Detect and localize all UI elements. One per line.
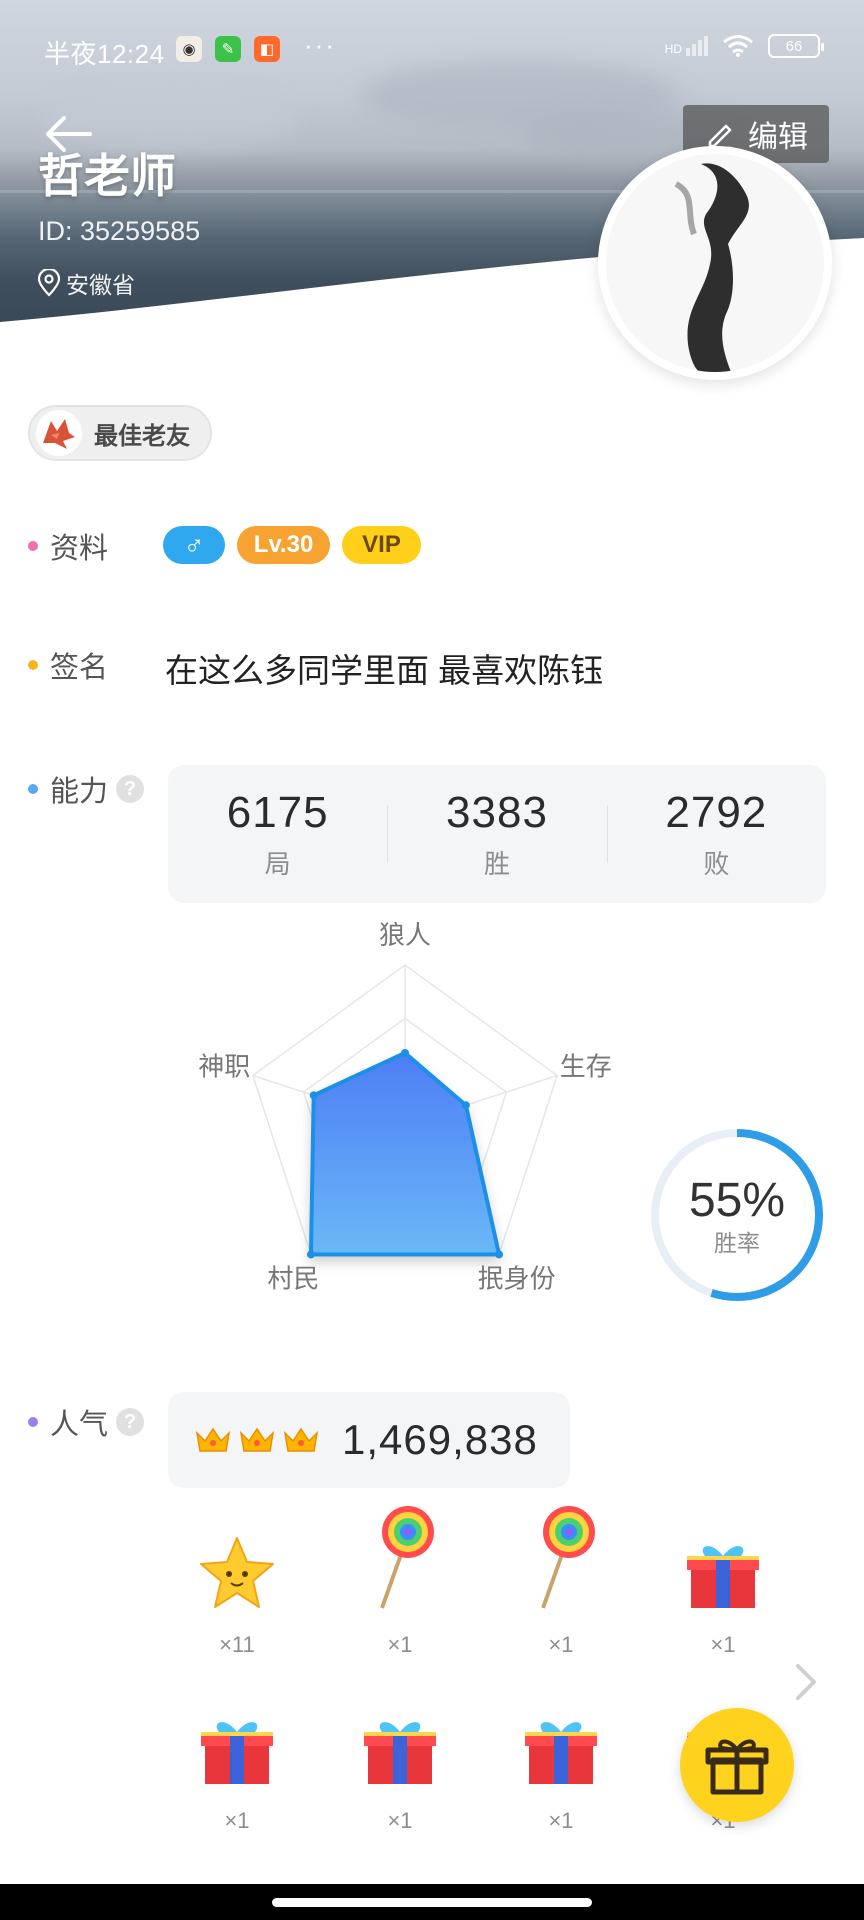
gift-box-icon xyxy=(516,1696,606,1788)
gift-item[interactable]: ×1 xyxy=(501,1506,621,1670)
popularity-help-icon[interactable]: ? xyxy=(116,1408,145,1436)
gift-count: ×1 xyxy=(387,1632,413,1657)
hd-label: HD xyxy=(664,42,682,56)
profile-row-label: 资料 xyxy=(28,525,108,567)
radar-point xyxy=(306,1250,315,1259)
ability-help-icon[interactable]: ? xyxy=(116,775,145,803)
vip-tag: VIP xyxy=(342,526,421,564)
radar-data-polygon xyxy=(308,1051,502,1257)
notification-app-icon: ✎ xyxy=(215,36,241,62)
radar-point xyxy=(401,1049,409,1057)
notification-app-icon: ◧ xyxy=(254,36,280,62)
stat-label: 局 xyxy=(264,848,291,879)
ability-row-label: 能力 ? xyxy=(28,768,145,810)
gift-count: ×1 xyxy=(710,1632,736,1657)
stat-value: 6175 xyxy=(226,787,329,837)
male-icon: ♂ xyxy=(183,529,205,560)
gift-box-icon xyxy=(355,1696,445,1788)
notification-app-icon: ◉ xyxy=(176,36,202,62)
signature-label-text: 签名 xyxy=(50,652,109,684)
edit-label: 编辑 xyxy=(748,121,808,154)
gift-count: ×1 xyxy=(224,1808,250,1833)
ability-stats: 6175 局 3383 胜 2792 败 xyxy=(168,765,826,903)
popularity-box: 1,469,838 xyxy=(168,1392,570,1488)
star-icon xyxy=(192,1520,282,1612)
gift-item[interactable]: ×1 xyxy=(663,1520,783,1670)
radar-axis-label: 神职 xyxy=(198,1051,250,1081)
more-notifications-icon: ··· xyxy=(304,30,336,60)
status-time: 半夜12:24 xyxy=(44,39,165,69)
stat-wins: 3383 胜 xyxy=(387,765,606,903)
lollipop-icon xyxy=(355,1506,445,1612)
stat-label: 胜 xyxy=(483,848,510,879)
gift-item[interactable]: ×1 xyxy=(340,1506,460,1670)
crown-icon xyxy=(283,1427,319,1452)
radar-axis-label: 村民 xyxy=(267,1264,319,1294)
popularity-row-label: 人气 ? xyxy=(28,1401,145,1443)
gift-count: ×1 xyxy=(548,1632,574,1657)
stat-value: 2792 xyxy=(665,787,768,837)
gift-count: ×11 xyxy=(219,1632,255,1657)
win-rate-value: 55% xyxy=(689,1174,785,1227)
gift-icon xyxy=(705,1739,769,1795)
profile-location: 安徽省 xyxy=(36,266,135,300)
signature-text: 在这么多同学里面 最喜欢陈钰 xyxy=(165,652,604,689)
ability-label-text: 能力 xyxy=(50,776,109,808)
level-text: Lv.30 xyxy=(253,531,314,558)
status-bar: 半夜12:24 ◉ ✎ ◧ ··· HD 66 xyxy=(0,0,864,100)
send-gift-button[interactable] xyxy=(680,1708,794,1822)
gift-item[interactable]: ×11 xyxy=(177,1520,297,1670)
vip-text: VIP xyxy=(362,531,401,558)
stat-games: 6175 局 xyxy=(168,765,387,903)
radar-axis-label: 生存 xyxy=(560,1051,612,1081)
profile-id: ID: 35259585 xyxy=(38,216,201,246)
gift-item[interactable]: ×1 xyxy=(177,1696,297,1846)
stat-losses: 2792 败 xyxy=(606,765,826,903)
crown-icon xyxy=(239,1427,275,1452)
gift-item[interactable]: ×1 xyxy=(501,1696,621,1846)
radar-point xyxy=(495,1250,504,1259)
signature-row-label: 签名 xyxy=(28,644,108,686)
crown-icon xyxy=(195,1427,231,1452)
radar-axis-label: 狼人 xyxy=(379,920,431,950)
radar-axis-label: 抿身份 xyxy=(478,1264,556,1294)
home-indicator[interactable] xyxy=(272,1898,592,1907)
location-pin-icon xyxy=(37,269,61,297)
chevron-right-icon[interactable] xyxy=(790,1660,820,1704)
win-rate-ring: 55% 胜率 xyxy=(651,1129,823,1301)
level-tag: Lv.30 xyxy=(237,526,330,564)
wifi-icon xyxy=(723,35,753,57)
profile-label-text: 资料 xyxy=(50,533,109,565)
signal-icon: HD xyxy=(665,36,708,56)
popularity-label-text: 人气 xyxy=(50,1409,109,1441)
stat-value: 3383 xyxy=(446,787,548,837)
avatar[interactable] xyxy=(598,146,832,380)
battery-icon: 66 xyxy=(768,34,824,58)
gift-box-icon xyxy=(192,1696,282,1788)
location-text: 安徽省 xyxy=(66,272,135,298)
gift-count: ×1 xyxy=(387,1808,413,1833)
gender-male-tag: ♂ xyxy=(163,526,225,564)
stat-label: 败 xyxy=(703,848,730,879)
fox-icon xyxy=(36,410,82,456)
win-rate-label: 胜率 xyxy=(714,1230,760,1256)
ability-radar-chart: 狼人生存抿身份 村民 神职 xyxy=(198,920,612,1294)
radar-point xyxy=(461,1101,470,1110)
gift-item[interactable]: ×1 xyxy=(340,1696,460,1846)
popularity-value: 1,469,838 xyxy=(342,1416,538,1463)
profile-name: 哲老师 xyxy=(38,150,176,202)
gift-box-icon xyxy=(678,1520,768,1612)
badge-label: 最佳老友 xyxy=(94,422,190,450)
gift-count: ×1 xyxy=(548,1808,574,1833)
best-friend-badge[interactable]: 最佳老友 xyxy=(28,405,212,461)
lollipop-icon xyxy=(516,1506,606,1612)
radar-point xyxy=(309,1091,318,1100)
